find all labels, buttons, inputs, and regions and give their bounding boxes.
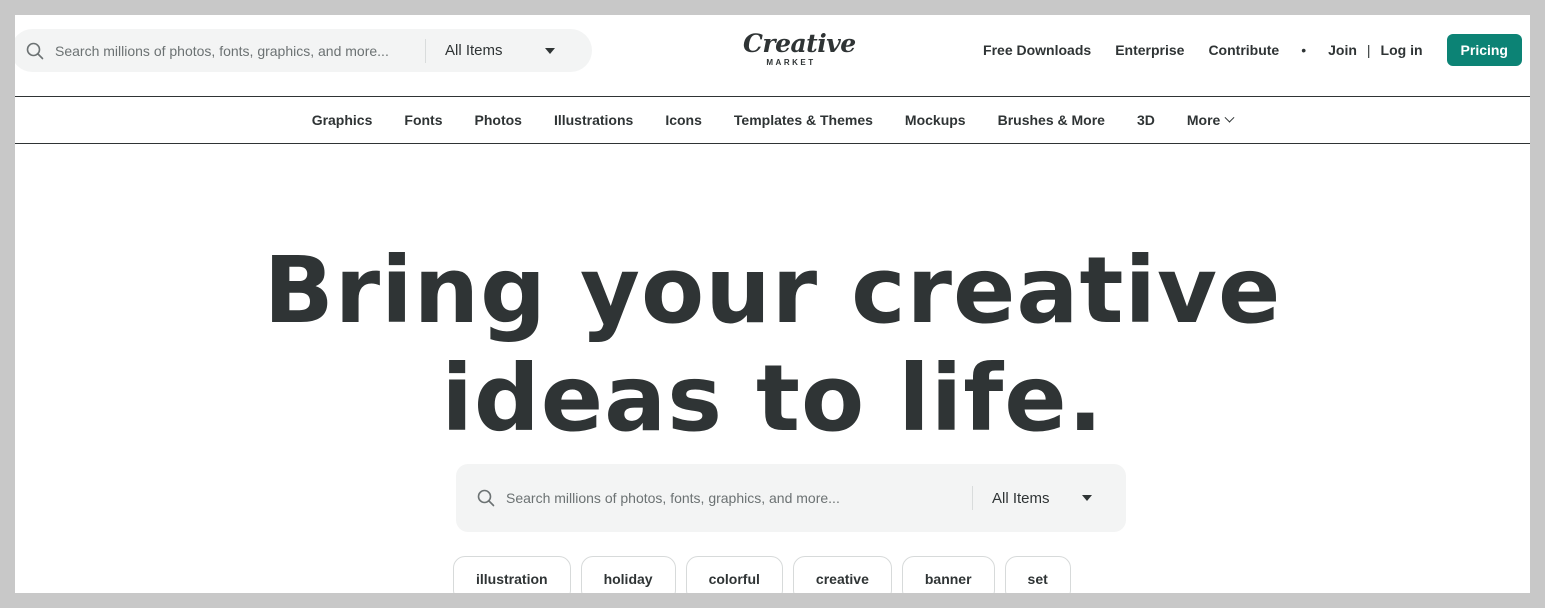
search-divider — [972, 486, 973, 510]
nav-item-photos[interactable]: Photos — [475, 112, 522, 128]
hero-category-label: All Items — [992, 489, 1050, 507]
nav-item-illustrations[interactable]: Illustrations — [554, 112, 633, 128]
hero-title-line-1: Bring your creative — [263, 237, 1282, 344]
hero-category-select[interactable]: All Items — [992, 490, 1092, 507]
logo-main-text: Creative — [743, 29, 856, 58]
nav-item-graphics[interactable]: Graphics — [312, 112, 373, 128]
hero-search-bar[interactable]: Search millions of photos, fonts, graphi… — [456, 464, 1126, 532]
nav-item-icons[interactable]: Icons — [665, 112, 702, 128]
search-divider — [425, 38, 426, 63]
header-links: Free Downloads Enterprise Contribute • J… — [983, 34, 1522, 66]
nav-item-brushes-more[interactable]: Brushes & More — [998, 112, 1105, 128]
hero-search-input[interactable]: Search millions of photos, fonts, graphi… — [506, 490, 972, 506]
hero-title-line-2: ideas to life. — [441, 345, 1104, 452]
free-downloads-link[interactable]: Free Downloads — [983, 42, 1091, 58]
chevron-down-icon — [1224, 112, 1235, 123]
search-icon[interactable] — [25, 41, 45, 61]
hero-title: Bring your creative ideas to life. — [15, 237, 1530, 453]
nav-item-more[interactable]: More — [1186, 112, 1235, 128]
pricing-button[interactable]: Pricing — [1446, 34, 1522, 66]
join-link[interactable]: Join — [1328, 42, 1357, 58]
tag-chip-set[interactable]: set — [1004, 556, 1071, 593]
nav-more-label: More — [1186, 112, 1221, 128]
header-category-select[interactable]: All Items — [445, 42, 555, 59]
page: Search millions of photos, fonts, graphi… — [15, 15, 1530, 593]
header-search-bar[interactable]: Search millions of photos, fonts, graphi… — [15, 29, 592, 72]
tag-chip-holiday[interactable]: holiday — [580, 556, 676, 593]
suggested-tags: illustration holiday colorful creative b… — [453, 556, 1081, 593]
search-icon[interactable] — [476, 488, 496, 508]
nav-item-fonts[interactable]: Fonts — [404, 112, 442, 128]
header-search-input[interactable]: Search millions of photos, fonts, graphi… — [55, 43, 425, 59]
tag-chip-illustration[interactable]: illustration — [453, 556, 571, 593]
header-category-label: All Items — [445, 42, 503, 59]
creative-market-logo[interactable]: Creative MARKET — [743, 29, 856, 68]
logo-sub-text: MARKET — [766, 58, 816, 67]
header: Search millions of photos, fonts, graphi… — [15, 15, 1530, 97]
nav-bottom-border — [15, 143, 1530, 144]
caret-down-icon — [1082, 495, 1092, 501]
nav-item-templates-themes[interactable]: Templates & Themes — [734, 112, 873, 128]
category-nav: Graphics Fonts Photos Illustrations Icon… — [15, 97, 1530, 143]
contribute-link[interactable]: Contribute — [1208, 42, 1279, 58]
caret-down-icon — [545, 47, 555, 54]
tag-chip-creative[interactable]: creative — [792, 556, 892, 593]
enterprise-link[interactable]: Enterprise — [1115, 42, 1184, 58]
browser-viewport: Search millions of photos, fonts, graphi… — [0, 0, 1545, 608]
dot-separator: • — [1301, 42, 1307, 58]
tag-chip-colorful[interactable]: colorful — [685, 556, 783, 593]
login-link[interactable]: Log in — [1381, 42, 1423, 58]
pipe-separator: | — [1366, 42, 1371, 58]
nav-item-mockups[interactable]: Mockups — [905, 112, 966, 128]
nav-item-3d[interactable]: 3D — [1137, 112, 1155, 128]
tag-chip-banner[interactable]: banner — [901, 556, 995, 593]
